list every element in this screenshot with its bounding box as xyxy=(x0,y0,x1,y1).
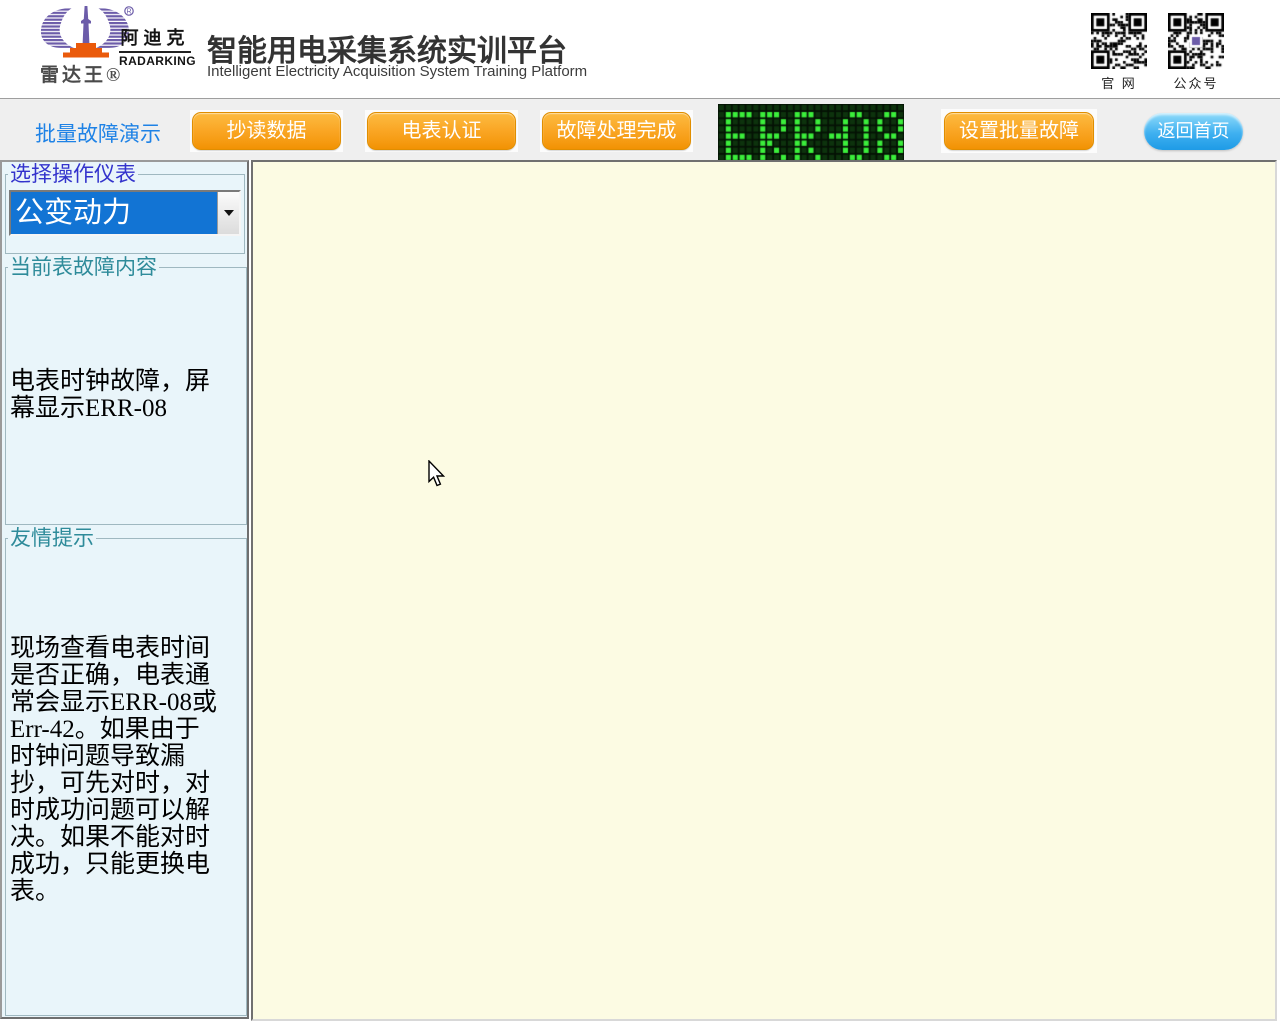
page-subtitle: Intelligent Electricity Acquisition Syst… xyxy=(207,63,587,80)
brand-divider xyxy=(119,51,191,53)
toolbar: 批量故障演示 抄读数据 电表认证 故障处理完成 设置批量故障 返回首页 xyxy=(0,98,1280,160)
meter-auth-button[interactable]: 电表认证 xyxy=(367,112,516,150)
qr-website-label: 官 网 xyxy=(1090,73,1148,92)
brand-name-cn: 阿迪克 xyxy=(119,24,191,50)
select-meter-group-title: 选择操作仪表 xyxy=(8,164,138,185)
mode-label: 批量故障演示 xyxy=(35,118,161,148)
logo-caption: 雷达王® xyxy=(40,60,123,87)
led-error-display xyxy=(718,104,904,161)
sidebar: 选择操作仪表 公变动力 当前表故障内容 电表时钟故障，屏幕显示ERR-08 友情… xyxy=(0,160,249,1019)
tips-text: 现场查看电表时间是否正确，电表通常会显示ERR-08或Err-42。如果由于时钟… xyxy=(10,635,222,905)
brand-name-en: RADARKING xyxy=(119,54,191,68)
select-meter-group: 选择操作仪表 公变动力 xyxy=(5,164,245,254)
current-fault-text: 电表时钟故障，屏幕显示ERR-08 xyxy=(10,368,220,422)
tips-group: 友情提示 现场查看电表时间是否正确，电表通常会显示ERR-08或Err-42。如… xyxy=(5,528,247,1016)
svg-text:R: R xyxy=(126,9,131,16)
fault-done-button[interactable]: 故障处理完成 xyxy=(542,112,691,150)
qr-website: 官 网 xyxy=(1090,13,1148,92)
qr-website-image xyxy=(1091,13,1147,69)
qr-wechat-image xyxy=(1168,13,1224,69)
back-home-button[interactable]: 返回首页 xyxy=(1144,113,1243,150)
brand-block: 阿迪克 RADARKING xyxy=(119,24,191,68)
tips-group-title: 友情提示 xyxy=(8,528,96,549)
app-header: R 雷达王® 阿迪克 RADARKING 智能用电采集系统实训平台 Intell… xyxy=(0,0,1280,98)
meter-select-dropdown-button[interactable] xyxy=(217,192,239,234)
current-fault-group: 当前表故障内容 电表时钟故障，屏幕显示ERR-08 xyxy=(5,257,247,525)
current-fault-group-title: 当前表故障内容 xyxy=(8,257,159,278)
qr-wechat: 公众号 xyxy=(1167,13,1225,92)
meter-select-value: 公变动力 xyxy=(11,192,217,234)
meter-select[interactable]: 公变动力 xyxy=(9,190,241,236)
qr-wechat-label: 公众号 xyxy=(1167,73,1225,92)
read-data-button[interactable]: 抄读数据 xyxy=(192,112,341,150)
main-content-panel xyxy=(251,160,1277,1021)
chevron-down-icon xyxy=(224,210,234,216)
set-batch-fault-button[interactable]: 设置批量故障 xyxy=(944,112,1094,150)
